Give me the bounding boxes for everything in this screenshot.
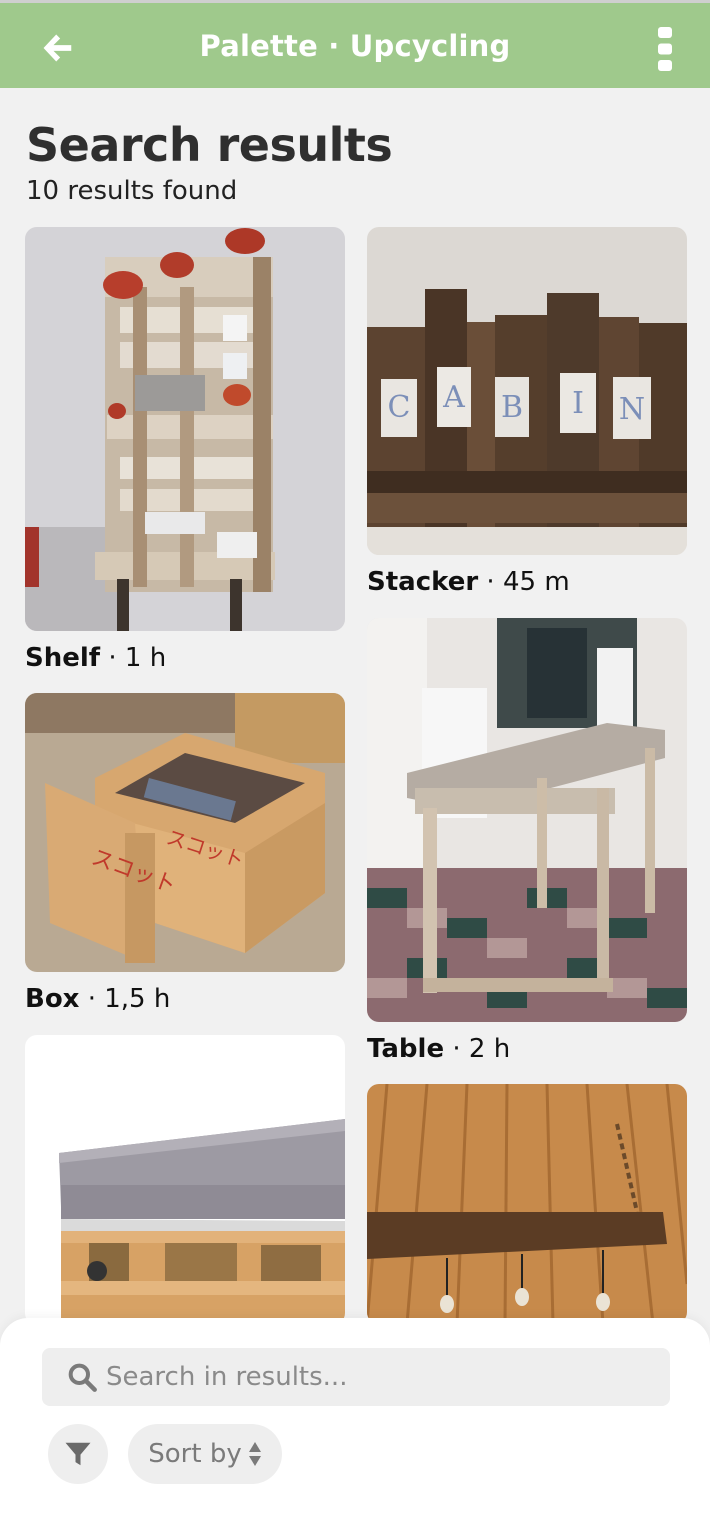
shelf-image — [25, 227, 345, 631]
result-card-bed[interactable] — [25, 1035, 345, 1325]
search-input[interactable]: Search in results... — [42, 1348, 670, 1406]
svg-text:I: I — [572, 386, 584, 421]
search-placeholder: Search in results... — [106, 1362, 348, 1392]
sort-label: Sort by — [148, 1439, 242, 1469]
bed-image — [25, 1035, 345, 1325]
page-title: Search results — [26, 118, 393, 172]
results-count: 10 results found — [26, 176, 238, 206]
result-card-box[interactable]: スコット スコット Box · 1,5 h — [25, 693, 345, 1014]
item-name: Box — [25, 984, 80, 1014]
more-vertical-icon — [658, 27, 672, 71]
card-caption: Table · 2 h — [367, 1034, 687, 1064]
item-name: Shelf — [25, 643, 101, 673]
app-bar: Palette · Upcycling — [0, 0, 710, 88]
svg-text:A: A — [442, 380, 465, 415]
app-screen: Palette · Upcycling Search results 10 re… — [0, 0, 710, 1540]
app-title: Palette · Upcycling — [199, 29, 511, 63]
table-image — [367, 618, 687, 1022]
item-duration: · 45 m — [478, 567, 570, 597]
svg-text:B: B — [501, 390, 523, 425]
result-card-table[interactable]: Table · 2 h — [367, 618, 687, 1064]
sort-updown-icon — [248, 1442, 261, 1466]
item-name: Stacker — [367, 567, 479, 597]
result-card-lamp[interactable] — [367, 1084, 687, 1324]
svg-text:C: C — [388, 390, 411, 425]
card-caption: Box · 1,5 h — [25, 984, 345, 1014]
box-image: スコット スコット — [25, 693, 345, 972]
more-options-button[interactable] — [650, 25, 680, 73]
filter-button[interactable] — [48, 1424, 108, 1484]
card-caption: Shelf · 1 h — [25, 643, 345, 673]
bottom-sheet: Search in results... Sort by — [0, 1318, 710, 1540]
svg-text:N: N — [619, 392, 645, 427]
item-duration: · 2 h — [444, 1034, 511, 1064]
result-card-shelf[interactable]: Shelf · 1 h — [25, 227, 345, 673]
item-name: Table — [367, 1034, 445, 1064]
item-duration: · 1 h — [100, 643, 167, 673]
sort-button[interactable]: Sort by — [128, 1424, 282, 1484]
filter-icon — [65, 1442, 91, 1466]
result-card-stacker[interactable]: C A B I N Stacker · 45 m — [367, 227, 687, 597]
stacker-image: C A B I N — [367, 227, 687, 555]
lamp-image — [367, 1084, 687, 1324]
item-duration: · 1,5 h — [79, 984, 171, 1014]
card-caption: Stacker · 45 m — [367, 567, 687, 597]
search-icon — [68, 1363, 97, 1392]
